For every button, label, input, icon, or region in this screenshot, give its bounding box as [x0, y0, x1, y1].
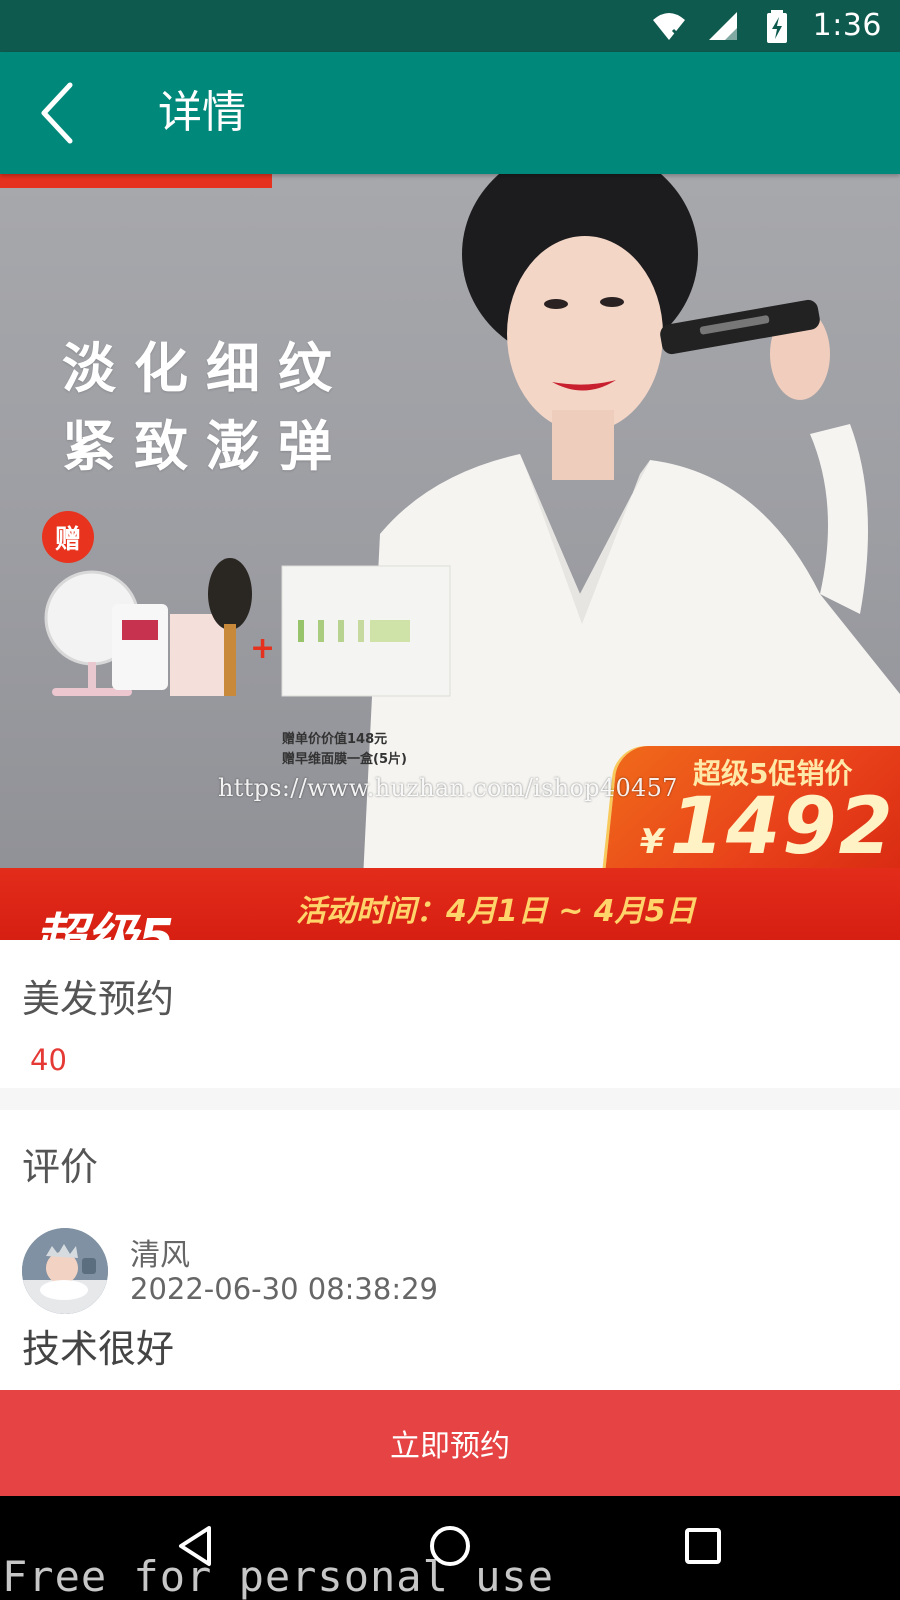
reviewer-name: 清风	[130, 1238, 190, 1273]
gift-caption-line2: 赠早维面膜一盒(5片)	[282, 752, 407, 767]
currency-symbol: ¥	[640, 822, 664, 862]
event-date-text: 活动时间：4月1日 ~ 4月5日	[296, 894, 696, 929]
gift-badge: 赠	[42, 511, 94, 563]
service-price: 40	[30, 1043, 67, 1077]
page-title: 详情	[158, 87, 246, 138]
reviews-section: 评价 清风 2022-06-30 08:38:29 技术很好	[0, 1110, 900, 1390]
svg-text:+: +	[250, 631, 275, 666]
nav-recents-button[interactable]	[668, 1516, 738, 1576]
banner-slogan-line1: 淡化细纹	[62, 337, 350, 400]
url-watermark: https://www.huzhan.com/ishop40457	[218, 774, 678, 802]
product-banner-image: + 淡化细纹 紧致澎弹 赠 赠单价价值148元 赠早维面膜一盒(5片) 超级5促…	[0, 174, 900, 940]
review-time: 2022-06-30 08:38:29	[130, 1272, 438, 1306]
square-recents-icon	[685, 1528, 721, 1564]
signal-icon	[708, 12, 737, 40]
status-time: 1:36	[812, 8, 882, 43]
toolbar: 详情	[0, 52, 900, 174]
personal-use-watermark: Free for personal use	[2, 1552, 555, 1600]
banner-slogan-line2: 紧致澎弹	[62, 415, 350, 478]
battery-charging-icon	[766, 10, 787, 43]
promo-price-value: 1492	[669, 782, 895, 872]
avatar-image	[22, 1228, 108, 1314]
gift-caption: 赠单价价值148元 赠早维面膜一盒(5片)	[282, 730, 472, 770]
gift-caption-line1: 赠单价价值148元	[282, 732, 388, 747]
status-bar: 1:36	[0, 0, 900, 52]
back-button[interactable]	[28, 78, 88, 148]
review-content: 技术很好	[22, 1327, 175, 1371]
promo-price: ¥1492	[640, 782, 895, 872]
chevron-left-icon	[41, 82, 73, 144]
event-left-text: 超级5	[34, 909, 175, 940]
status-icons: 1:36	[651, 8, 882, 44]
service-name: 美发预约	[22, 977, 175, 1021]
service-info: 美发预约 40	[0, 940, 900, 1088]
avatar	[22, 1228, 108, 1314]
section-divider	[0, 1088, 900, 1110]
wifi-icon	[652, 13, 685, 42]
reviews-title: 评价	[22, 1145, 99, 1189]
detail-screen: 1:36 详情 + 淡化细纹 紧致澎弹 赠 赠单价价值148元 赠早维面膜一盒(…	[0, 0, 900, 1600]
book-now-button[interactable]: 立即预约	[0, 1390, 900, 1496]
